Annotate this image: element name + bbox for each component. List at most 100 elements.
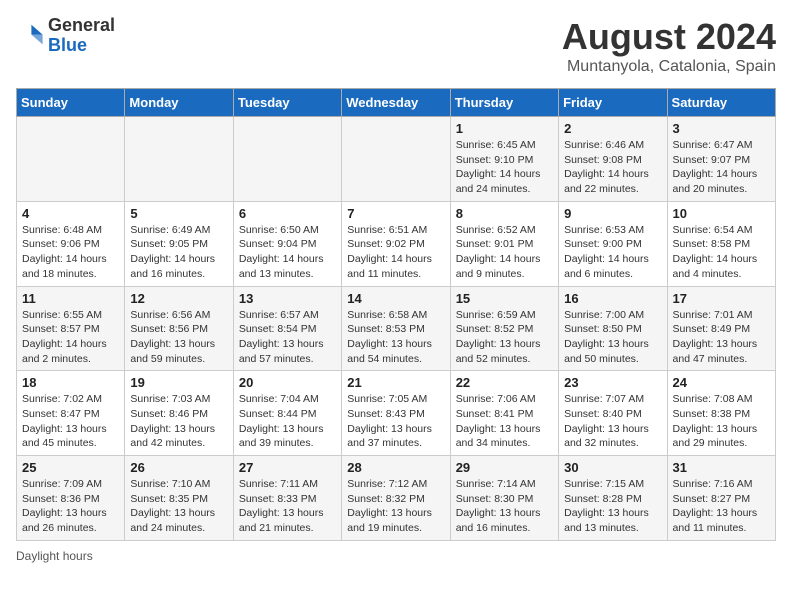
day-number: 28 xyxy=(347,460,444,475)
calendar-cell: 29Sunrise: 7:14 AM Sunset: 8:30 PM Dayli… xyxy=(450,456,558,541)
calendar-cell: 10Sunrise: 6:54 AM Sunset: 8:58 PM Dayli… xyxy=(667,201,775,286)
day-info: Sunrise: 7:06 AM Sunset: 8:41 PM Dayligh… xyxy=(456,392,553,451)
day-number: 24 xyxy=(673,375,770,390)
day-info: Sunrise: 6:52 AM Sunset: 9:01 PM Dayligh… xyxy=(456,223,553,282)
calendar-cell: 22Sunrise: 7:06 AM Sunset: 8:41 PM Dayli… xyxy=(450,371,558,456)
calendar-week-row: 11 Sunrise: 6:55 AM Sunset: 8:57 PM Dayli… xyxy=(17,286,776,371)
day-number: 26 xyxy=(130,460,227,475)
main-title: August 2024 xyxy=(562,16,776,58)
day-info: Sunrise: 6:59 AM Sunset: 8:52 PM Dayligh… xyxy=(456,308,553,367)
calendar-cell: 20Sunrise: 7:04 AM Sunset: 8:44 PM Dayli… xyxy=(233,371,341,456)
day-number: 23 xyxy=(564,375,661,390)
weekday-header-sunday: Sunday xyxy=(17,89,125,117)
calendar-cell: 27 Sunrise: 7:11 AM Sunset: 8:33 PM Dayli… xyxy=(233,456,341,541)
calendar-cell: 23 Sunrise: 7:07 AM Sunset: 8:40 PM Dayli… xyxy=(559,371,667,456)
day-info: Sunrise: 7:05 AM Sunset: 8:43 PM Dayligh… xyxy=(347,392,444,451)
day-number: 19 xyxy=(130,375,227,390)
day-number: 10 xyxy=(673,206,770,221)
day-number: 1 xyxy=(456,121,553,136)
title-block: August 2024 Muntanyola, Catalonia, Spain xyxy=(562,16,776,76)
calendar-cell: 4Sunrise: 6:48 AM Sunset: 9:06 PM Daylig… xyxy=(17,201,125,286)
calendar-cell xyxy=(17,117,125,202)
day-info: Sunrise: 6:45 AM Sunset: 9:10 PM Dayligh… xyxy=(456,138,553,197)
day-number: 31 xyxy=(673,460,770,475)
day-number: 6 xyxy=(239,206,336,221)
day-number: 11 xyxy=(22,291,119,306)
weekday-header-friday: Friday xyxy=(559,89,667,117)
day-info: Sunrise: 7:08 AM Sunset: 8:38 PM Dayligh… xyxy=(673,392,770,451)
calendar-cell: 21Sunrise: 7:05 AM Sunset: 8:43 PM Dayli… xyxy=(342,371,450,456)
daylight-label: Daylight hours xyxy=(16,549,93,563)
day-info: Sunrise: 7:07 AM Sunset: 8:40 PM Dayligh… xyxy=(564,392,661,451)
calendar-week-row: 18 Sunrise: 7:02 AM Sunset: 8:47 PM Dayli… xyxy=(17,371,776,456)
calendar-cell: 13 Sunrise: 6:57 AM Sunset: 8:54 PM Dayli… xyxy=(233,286,341,371)
calendar-cell: 14 Sunrise: 6:58 AM Sunset: 8:53 PM Dayli… xyxy=(342,286,450,371)
day-number: 29 xyxy=(456,460,553,475)
logo-general-text: General xyxy=(48,16,115,36)
day-info: Sunrise: 7:11 AM Sunset: 8:33 PM Dayligh… xyxy=(239,477,336,536)
logo: General Blue xyxy=(16,16,115,56)
calendar-cell: 24 Sunrise: 7:08 AM Sunset: 8:38 PM Dayli… xyxy=(667,371,775,456)
day-info: Sunrise: 6:57 AM Sunset: 8:54 PM Dayligh… xyxy=(239,308,336,367)
calendar-cell xyxy=(125,117,233,202)
day-info: Sunrise: 6:56 AM Sunset: 8:56 PM Dayligh… xyxy=(130,308,227,367)
day-info: Sunrise: 6:55 AM Sunset: 8:57 PM Dayligh… xyxy=(22,308,119,367)
day-number: 27 xyxy=(239,460,336,475)
day-number: 4 xyxy=(22,206,119,221)
day-info: Sunrise: 7:01 AM Sunset: 8:49 PM Dayligh… xyxy=(673,308,770,367)
day-info: Sunrise: 7:12 AM Sunset: 8:32 PM Dayligh… xyxy=(347,477,444,536)
day-number: 14 xyxy=(347,291,444,306)
weekday-header-saturday: Saturday xyxy=(667,89,775,117)
weekday-header-tuesday: Tuesday xyxy=(233,89,341,117)
calendar-body: 1 Sunrise: 6:45 AM Sunset: 9:10 PM Daylig… xyxy=(17,117,776,541)
weekday-header-row: SundayMondayTuesdayWednesdayThursdayFrid… xyxy=(17,89,776,117)
day-info: Sunrise: 7:00 AM Sunset: 8:50 PM Dayligh… xyxy=(564,308,661,367)
day-number: 7 xyxy=(347,206,444,221)
calendar-cell: 3Sunrise: 6:47 AM Sunset: 9:07 PM Daylig… xyxy=(667,117,775,202)
calendar-table: SundayMondayTuesdayWednesdayThursdayFrid… xyxy=(16,88,776,541)
day-number: 13 xyxy=(239,291,336,306)
calendar-week-row: 1 Sunrise: 6:45 AM Sunset: 9:10 PM Daylig… xyxy=(17,117,776,202)
calendar-cell: 25 Sunrise: 7:09 AM Sunset: 8:36 PM Dayli… xyxy=(17,456,125,541)
day-number: 8 xyxy=(456,206,553,221)
day-number: 20 xyxy=(239,375,336,390)
day-number: 25 xyxy=(22,460,119,475)
sub-title: Muntanyola, Catalonia, Spain xyxy=(562,58,776,76)
calendar-cell: 30 Sunrise: 7:15 AM Sunset: 8:28 PM Dayli… xyxy=(559,456,667,541)
day-info: Sunrise: 7:02 AM Sunset: 8:47 PM Dayligh… xyxy=(22,392,119,451)
day-info: Sunrise: 7:09 AM Sunset: 8:36 PM Dayligh… xyxy=(22,477,119,536)
calendar-cell: 15Sunrise: 6:59 AM Sunset: 8:52 PM Dayli… xyxy=(450,286,558,371)
footer-note: Daylight hours xyxy=(16,549,776,563)
day-info: Sunrise: 6:58 AM Sunset: 8:53 PM Dayligh… xyxy=(347,308,444,367)
calendar-cell: 5Sunrise: 6:49 AM Sunset: 9:05 PM Daylig… xyxy=(125,201,233,286)
calendar-week-row: 4Sunrise: 6:48 AM Sunset: 9:06 PM Daylig… xyxy=(17,201,776,286)
calendar-cell: 11 Sunrise: 6:55 AM Sunset: 8:57 PM Dayli… xyxy=(17,286,125,371)
logo-blue-text: Blue xyxy=(48,36,115,56)
day-info: Sunrise: 6:50 AM Sunset: 9:04 PM Dayligh… xyxy=(239,223,336,282)
calendar-cell: 9 Sunrise: 6:53 AM Sunset: 9:00 PM Daylig… xyxy=(559,201,667,286)
weekday-header-monday: Monday xyxy=(125,89,233,117)
calendar-cell xyxy=(233,117,341,202)
day-info: Sunrise: 7:16 AM Sunset: 8:27 PM Dayligh… xyxy=(673,477,770,536)
day-number: 18 xyxy=(22,375,119,390)
day-number: 16 xyxy=(564,291,661,306)
day-info: Sunrise: 7:15 AM Sunset: 8:28 PM Dayligh… xyxy=(564,477,661,536)
day-number: 2 xyxy=(564,121,661,136)
day-info: Sunrise: 7:03 AM Sunset: 8:46 PM Dayligh… xyxy=(130,392,227,451)
page-header: General Blue August 2024 Muntanyola, Cat… xyxy=(16,16,776,76)
calendar-cell: 12 Sunrise: 6:56 AM Sunset: 8:56 PM Dayli… xyxy=(125,286,233,371)
calendar-cell: 26 Sunrise: 7:10 AM Sunset: 8:35 PM Dayli… xyxy=(125,456,233,541)
calendar-cell: 6 Sunrise: 6:50 AM Sunset: 9:04 PM Daylig… xyxy=(233,201,341,286)
calendar-cell: 2 Sunrise: 6:46 AM Sunset: 9:08 PM Daylig… xyxy=(559,117,667,202)
calendar-cell: 28 Sunrise: 7:12 AM Sunset: 8:32 PM Dayli… xyxy=(342,456,450,541)
calendar-cell: 18 Sunrise: 7:02 AM Sunset: 8:47 PM Dayli… xyxy=(17,371,125,456)
day-number: 30 xyxy=(564,460,661,475)
calendar-cell: 1 Sunrise: 6:45 AM Sunset: 9:10 PM Daylig… xyxy=(450,117,558,202)
day-number: 12 xyxy=(130,291,227,306)
day-info: Sunrise: 6:46 AM Sunset: 9:08 PM Dayligh… xyxy=(564,138,661,197)
day-number: 9 xyxy=(564,206,661,221)
day-info: Sunrise: 6:53 AM Sunset: 9:00 PM Dayligh… xyxy=(564,223,661,282)
day-info: Sunrise: 7:10 AM Sunset: 8:35 PM Dayligh… xyxy=(130,477,227,536)
day-info: Sunrise: 6:47 AM Sunset: 9:07 PM Dayligh… xyxy=(673,138,770,197)
calendar-cell: 7Sunrise: 6:51 AM Sunset: 9:02 PM Daylig… xyxy=(342,201,450,286)
